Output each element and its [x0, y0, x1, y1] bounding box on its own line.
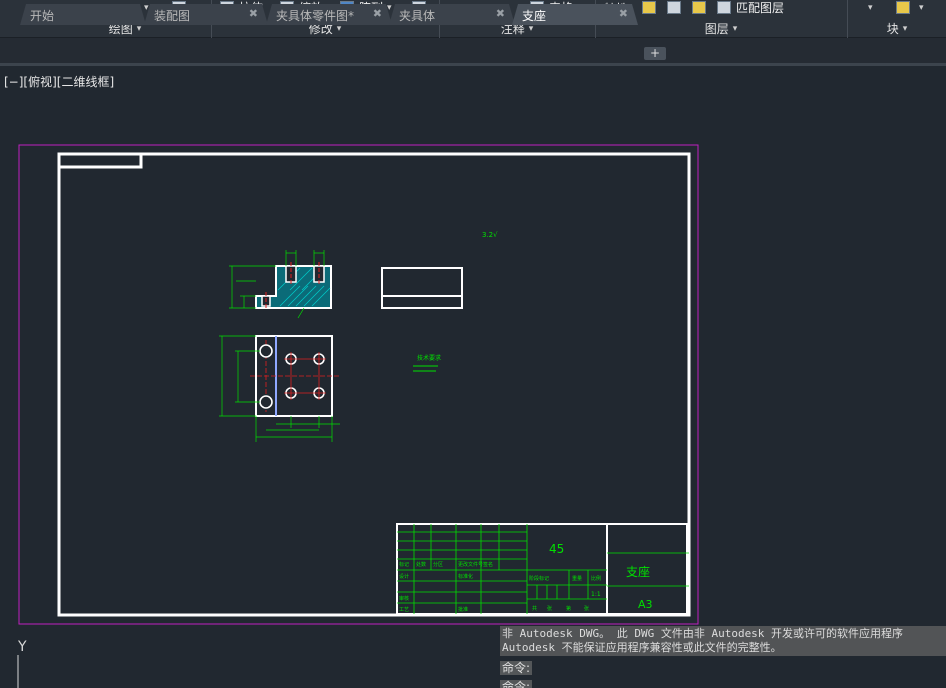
tb-row-label: 签名	[483, 561, 493, 568]
drawing-canvas[interactable]: 3.2√ 技术要求 标记 处数 分区 更改文件号 签名 设计 审核 工艺 标准化…	[0, 0, 946, 688]
tech-requirements-text	[413, 365, 438, 372]
tb-stage-label: 阶段标记	[529, 575, 549, 582]
tb-material: 45	[549, 542, 564, 556]
tb-sheet-label: 张	[547, 605, 552, 612]
tb-row-label: 设计	[399, 573, 409, 580]
tb-stage-label: 重量	[572, 575, 582, 582]
tb-row-label: 更改文件号	[458, 561, 483, 568]
command-input[interactable]: 命令:	[500, 680, 533, 688]
tb-row-label: 标准化	[458, 573, 473, 580]
tb-sheet-label: 共	[532, 605, 537, 612]
command-message-line: 非 Autodesk DWG。 此 DWG 文件由非 Autodesk 开发或许…	[502, 627, 904, 640]
tb-sheet-label: 第	[566, 605, 571, 612]
side-view	[381, 267, 463, 309]
tb-scale: 1:1	[591, 591, 601, 598]
tb-sheet-label: 张	[584, 605, 589, 612]
title-block: 标记 处数 分区 更改文件号 签名 设计 审核 工艺 标准化 批准 阶段标记 重…	[396, 523, 689, 615]
tb-paper-size: A3	[638, 598, 653, 611]
tb-row-label: 处数	[416, 561, 426, 568]
tb-row-label: 审核	[399, 595, 409, 602]
front-view	[229, 250, 332, 319]
tech-requirements-title: 技术要求	[417, 354, 441, 362]
command-prompt: 命令:	[500, 661, 533, 675]
code-box	[59, 154, 143, 169]
tb-row-label: 工艺	[399, 607, 409, 613]
tb-row-label: 分区	[433, 561, 443, 568]
roughness-symbol: 3.2√	[482, 231, 498, 239]
tb-stage-label: 比例	[591, 575, 601, 582]
command-history: 非 Autodesk DWG。 此 DWG 文件由非 Autodesk 开发或许…	[500, 626, 946, 656]
command-message-line: Autodesk 不能保证应用程序兼容性或此文件的完整性。	[502, 641, 782, 654]
ucs-icon: Y	[17, 639, 27, 688]
tb-part-name: 支座	[626, 564, 650, 579]
tb-row-label: 批准	[458, 606, 468, 613]
ucs-y-label: Y	[17, 639, 27, 655]
tb-row-label: 标记	[399, 561, 409, 568]
drawing-frame	[57, 152, 691, 617]
viewport-border	[18, 144, 699, 625]
top-view	[219, 335, 340, 442]
